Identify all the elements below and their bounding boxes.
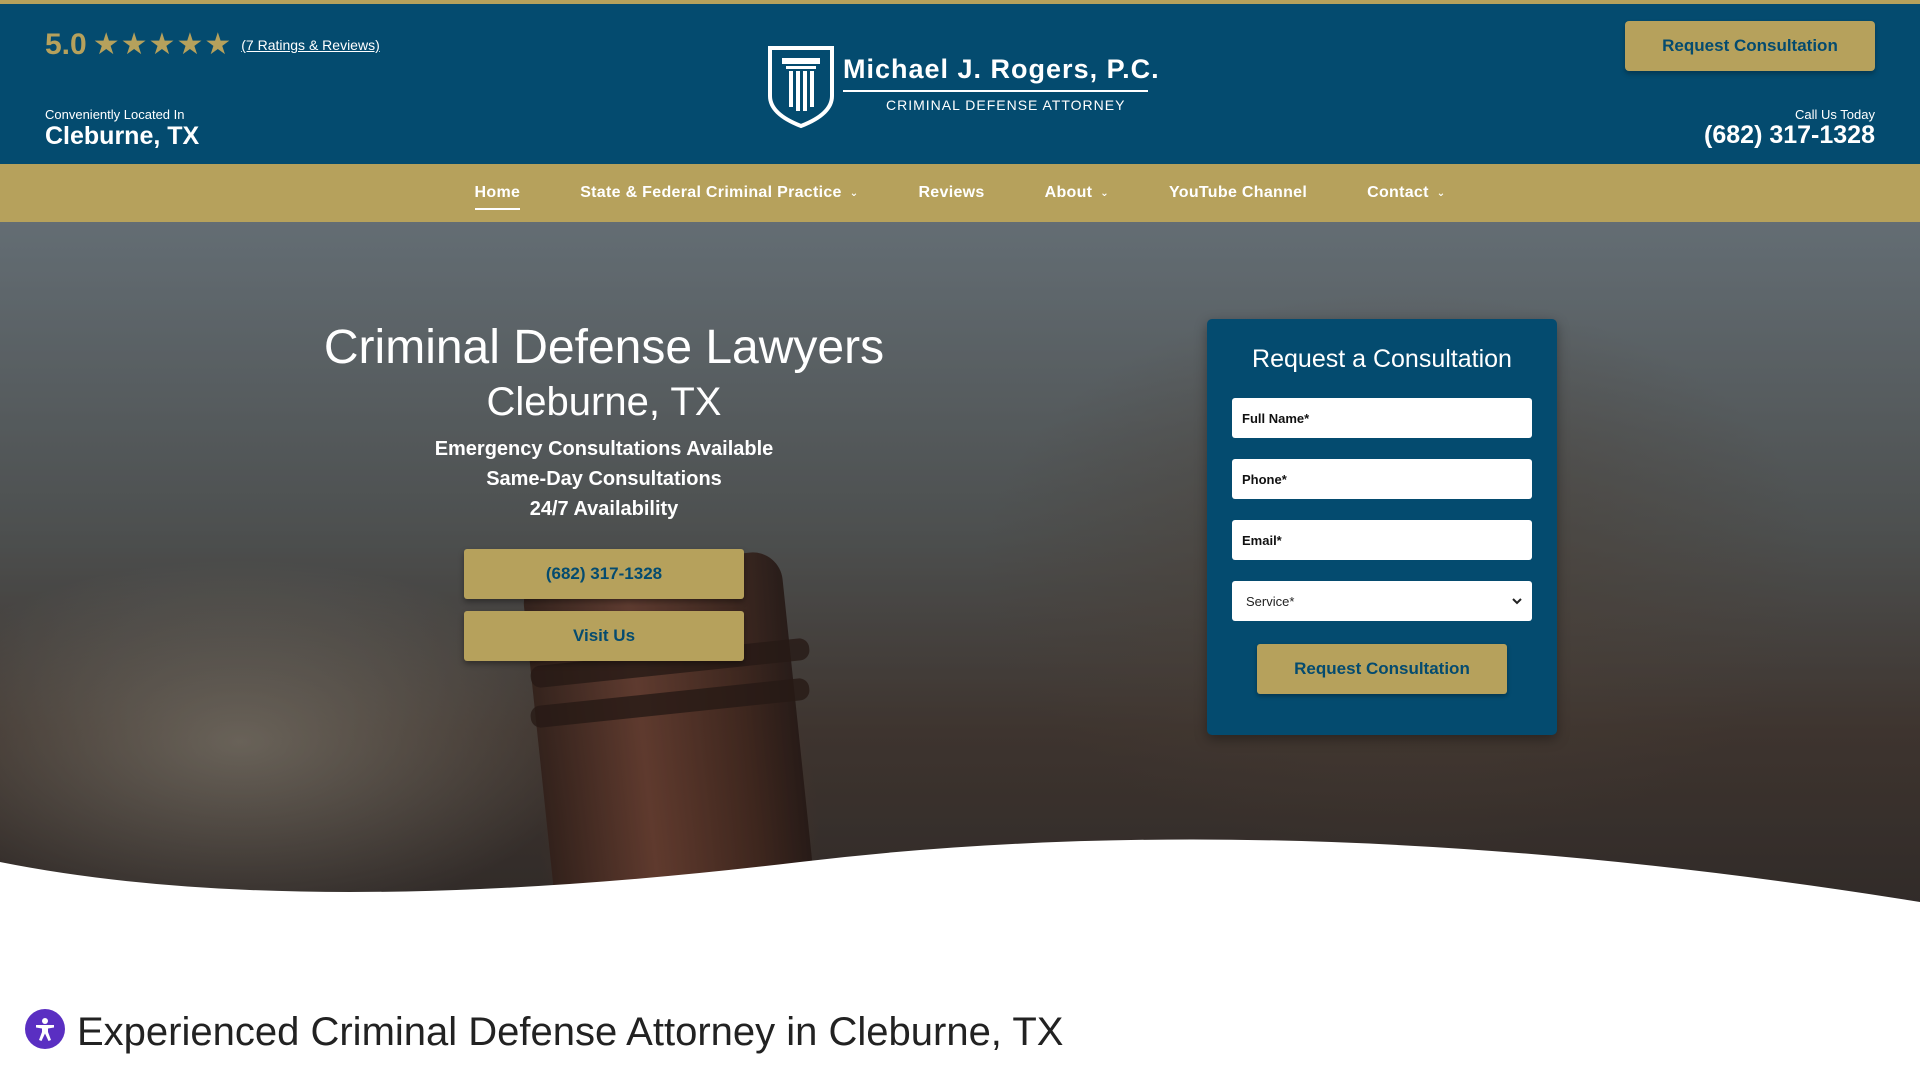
form-title: Request a Consultation	[1252, 345, 1512, 373]
nav-item-label: Home	[474, 184, 521, 201]
logo-divider	[843, 90, 1148, 92]
logo-name: Michael J. Rogers, P.C.	[843, 54, 1160, 84]
accessibility-person-icon	[36, 1018, 54, 1041]
hero-title: Criminal Defense Lawyers	[323, 321, 885, 374]
section-title: Experienced Criminal Defense Attorney in…	[77, 1010, 1064, 1054]
logo-subtitle: CRIMINAL DEFENSE ATTORNEY	[886, 97, 1126, 113]
star-icon: ★	[120, 28, 148, 61]
ratings-reviews-link[interactable]: (7 Ratings & Reviews)	[241, 37, 380, 53]
nav-item-youtube[interactable]: YouTube Channel	[1139, 164, 1337, 222]
nav-item-reviews[interactable]: Reviews	[888, 164, 1014, 222]
nav-item-label: YouTube Channel	[1168, 184, 1308, 201]
call-label: Call Us Today	[1795, 107, 1875, 122]
pillar-logo-icon	[768, 46, 834, 129]
star-icon: ★	[204, 28, 232, 61]
email-input[interactable]	[1232, 520, 1532, 560]
site-logo[interactable]: Michael J. Rogers, P.C. CRIMINAL DEFENSE…	[766, 44, 1159, 134]
consultation-form: Request a Consultation Service* Request …	[1207, 319, 1557, 735]
star-icon: ★	[176, 28, 204, 61]
location-city: Cleburne, TX	[45, 122, 200, 150]
phone-input[interactable]	[1232, 459, 1532, 499]
nav-item-criminal-practice[interactable]: State & Federal Criminal Practice ⌄	[550, 164, 888, 222]
chevron-down-icon: ⌄	[849, 187, 859, 199]
visit-us-button[interactable]: Visit Us	[464, 611, 744, 661]
service-select[interactable]: Service*	[1232, 581, 1532, 621]
chevron-down-icon	[1512, 597, 1522, 604]
chevron-down-icon: ⌄	[1436, 187, 1446, 199]
nav-item-contact[interactable]: Contact ⌄	[1337, 164, 1475, 222]
nav-item-label: Contact	[1367, 184, 1429, 201]
rating-score: 5.0	[45, 28, 87, 61]
rating-stars: ★ ★ ★ ★ ★	[93, 30, 232, 60]
chevron-down-icon: ⌄	[1100, 187, 1109, 199]
nav-item-label: About	[1044, 184, 1093, 201]
nav-item-home[interactable]: Home	[445, 164, 551, 222]
accessibility-icon[interactable]	[25, 1009, 65, 1049]
hero-feature-line: Emergency Consultations Available	[434, 438, 774, 460]
site-header: 5.0 ★ ★ ★ ★ ★ (7 Ratings & Reviews) Conv…	[0, 0, 1920, 164]
location-label: Conveniently Located In	[45, 107, 185, 122]
nav-item-label: State & Federal Criminal Practice	[580, 184, 842, 201]
header-phone-link[interactable]: (682) 317-1328	[1704, 121, 1875, 150]
service-select-value: Service*	[1246, 593, 1295, 609]
request-consultation-button[interactable]: Request Consultation	[1625, 21, 1875, 71]
submit-consultation-button[interactable]: Request Consultation	[1257, 644, 1507, 694]
star-icon: ★	[148, 28, 176, 61]
hero-phone-button[interactable]: (682) 317-1328	[464, 549, 744, 599]
nav-item-label: Reviews	[918, 184, 985, 201]
hero-city: Cleburne, TX	[486, 380, 722, 424]
hero-feature-line: 24/7 Availability	[529, 498, 679, 520]
rating-summary: 5.0 ★ ★ ★ ★ ★ (7 Ratings & Reviews)	[45, 28, 380, 62]
star-icon: ★	[92, 28, 120, 61]
hero-feature-line: Same-Day Consultations	[486, 468, 722, 490]
main-nav: Home State & Federal Criminal Practice ⌄…	[0, 164, 1920, 222]
nav-item-about[interactable]: About ⌄	[1015, 164, 1139, 222]
full-name-input[interactable]	[1232, 398, 1532, 438]
hero-section: Criminal Defense Lawyers Cleburne, TX Em…	[0, 222, 1920, 902]
